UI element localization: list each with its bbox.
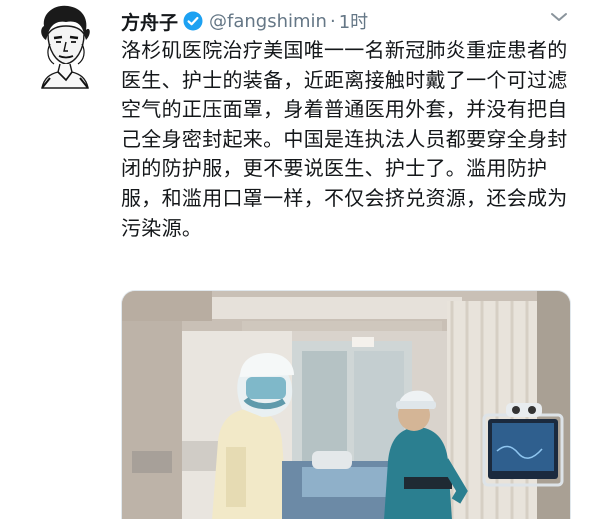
avatar[interactable] [36,4,94,90]
author-handle[interactable]: @fangshimin [209,11,327,32]
author-name[interactable]: 方舟子 [121,8,178,35]
separator-dot: · [329,10,336,32]
avatar-portrait [41,5,90,89]
chevron-down-icon[interactable] [548,8,570,26]
timestamp[interactable]: 1时 [339,8,368,34]
tweet-header: 方舟子 @fangshimin · 1时 [121,6,368,36]
hospital-room-photo [122,291,570,519]
verified-badge-icon [183,11,203,31]
tweet-text: 洛杉矶医院治疗美国唯一一名新冠肺炎重症患者的医生、护士的装备，近距离接触时戴了一… [121,38,568,240]
tweet-card: 方舟子 @fangshimin · 1时 洛杉矶医院治疗美国唯一一名新冠肺炎重症… [0,0,600,519]
tweet-photo[interactable] [121,290,571,519]
